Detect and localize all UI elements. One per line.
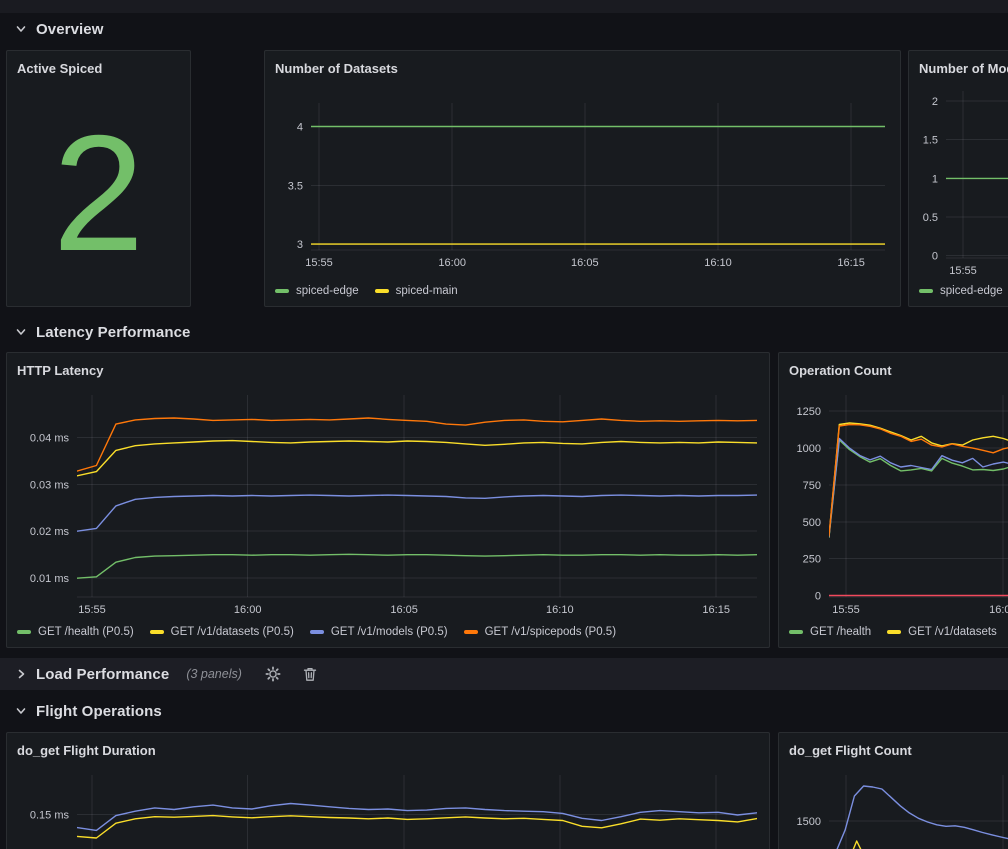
series-swatch bbox=[150, 630, 164, 634]
operation-count-chart[interactable]: 0 250 500 750 1000 1250 15:55 16:00 bbox=[787, 385, 1008, 623]
legend-item[interactable]: GET /v1/datasets (P0.5) bbox=[150, 626, 294, 638]
http-latency-chart[interactable]: 0.01 ms 0.02 ms 0.03 ms 0.04 ms 15:55 16:00 16… bbox=[15, 385, 763, 623]
svg-text:500: 500 bbox=[803, 517, 821, 529]
svg-text:16:00: 16:00 bbox=[234, 604, 262, 616]
legend-item[interactable]: GET /v1/datasets bbox=[887, 626, 997, 638]
panel-number-of-datasets: Number of Datasets 3 3.5 4 15:55 16:00 16:05 1… bbox=[264, 50, 901, 307]
panel-title[interactable]: Active Spiced bbox=[15, 59, 182, 81]
legend: GET /health (P0.5) GET /v1/datasets (P0.… bbox=[17, 624, 763, 640]
legend-item[interactable]: GET /v1/models (P0.5) bbox=[310, 626, 448, 638]
svg-text:3: 3 bbox=[297, 239, 303, 251]
panel-title[interactable]: HTTP Latency bbox=[15, 361, 761, 383]
panel-title[interactable]: Operation Count bbox=[787, 361, 1008, 383]
legend-item[interactable]: GET /health (P0.5) bbox=[17, 626, 134, 638]
gear-icon[interactable] bbox=[265, 666, 281, 682]
svg-text:1250: 1250 bbox=[797, 406, 821, 418]
series-swatch bbox=[375, 289, 389, 293]
chevron-down-icon bbox=[15, 23, 27, 35]
section-title-latency-performance: Latency Performance bbox=[36, 324, 190, 341]
panel-http-latency: HTTP Latency 0.01 ms 0.02 ms 0.03 ms 0.04 m… bbox=[6, 352, 770, 648]
flight-duration-chart[interactable]: 0.15 ms15:5516:0016:0516:1016:15 bbox=[15, 765, 763, 849]
panel-operation-count: Operation Count 0 250 500 750 1000 1250 15:55 1… bbox=[778, 352, 1008, 648]
svg-text:16:00: 16:00 bbox=[989, 604, 1008, 616]
chevron-down-icon bbox=[15, 326, 27, 338]
legend: GET /health GET /v1/datasets GET /v1/mod… bbox=[789, 624, 1008, 640]
series-swatch bbox=[464, 630, 478, 634]
svg-text:0.01 ms: 0.01 ms bbox=[30, 573, 70, 585]
svg-text:16:05: 16:05 bbox=[571, 257, 599, 269]
chevron-right-icon bbox=[15, 668, 27, 680]
section-title-overview: Overview bbox=[36, 21, 104, 38]
series-swatch bbox=[789, 630, 803, 634]
panel-number-of-models: Number of Models 0 0.5 1 1.5 2 15:55 spiced-e… bbox=[908, 50, 1008, 307]
series-swatch bbox=[275, 289, 289, 293]
stat-wrap: 2 bbox=[7, 81, 190, 306]
legend-item[interactable]: GET /v1/spicepods (P0.5) bbox=[464, 626, 616, 638]
series-swatch bbox=[310, 630, 324, 634]
panel-do-get-flight-duration: do_get Flight Duration 0.15 ms15:5516:00… bbox=[6, 732, 770, 849]
svg-text:15:55: 15:55 bbox=[78, 604, 106, 616]
series-swatch bbox=[17, 630, 31, 634]
panels-count-label: (3 panels) bbox=[186, 667, 242, 681]
section-header-load-performance[interactable]: Load Performance (3 panels) bbox=[0, 658, 1008, 690]
legend-item[interactable]: GET /health bbox=[789, 626, 871, 638]
svg-text:15:55: 15:55 bbox=[949, 265, 977, 277]
models-chart[interactable]: 0 0.5 1 1.5 2 15:55 bbox=[917, 83, 1008, 283]
legend: spiced-edge bbox=[919, 283, 1008, 299]
svg-text:16:15: 16:15 bbox=[702, 604, 730, 616]
legend-item[interactable]: spiced-edge bbox=[919, 285, 1003, 297]
panel-active-spiced: Active Spiced 2 bbox=[6, 50, 191, 307]
svg-text:4: 4 bbox=[297, 122, 303, 134]
svg-text:2: 2 bbox=[932, 96, 938, 108]
svg-text:16:10: 16:10 bbox=[704, 257, 732, 269]
panel-title[interactable]: Number of Datasets bbox=[273, 59, 892, 81]
trash-icon[interactable] bbox=[302, 666, 318, 682]
series-swatch bbox=[887, 630, 901, 634]
svg-text:0: 0 bbox=[932, 251, 938, 263]
section-title-load-performance: Load Performance bbox=[36, 666, 169, 683]
legend-item[interactable]: spiced-main bbox=[375, 285, 458, 297]
svg-text:0.15 ms: 0.15 ms bbox=[30, 810, 70, 822]
series-swatch bbox=[919, 289, 933, 293]
svg-text:750: 750 bbox=[803, 480, 821, 492]
stat-value: 2 bbox=[53, 111, 145, 276]
section-title-flight-operations: Flight Operations bbox=[36, 703, 162, 720]
svg-text:1000: 1000 bbox=[797, 443, 821, 455]
legend: spiced-edge spiced-main bbox=[275, 283, 894, 299]
panel-title[interactable]: do_get Flight Duration bbox=[15, 741, 761, 763]
chevron-down-icon bbox=[15, 705, 27, 717]
svg-text:250: 250 bbox=[803, 554, 821, 566]
svg-text:3.5: 3.5 bbox=[288, 180, 303, 192]
grafana-dashboard: Overview Active Spiced 2 Number of Datas… bbox=[0, 0, 1008, 849]
datasets-chart[interactable]: 3 3.5 4 15:55 16:00 16:05 16:10 16:15 bbox=[273, 83, 894, 272]
svg-text:16:05: 16:05 bbox=[390, 604, 418, 616]
panel-do-get-flight-count: do_get Flight Count 150015:5516:00 bbox=[778, 732, 1008, 849]
svg-text:16:10: 16:10 bbox=[546, 604, 574, 616]
section-header-overview[interactable]: Overview bbox=[0, 14, 1008, 44]
panel-title[interactable]: Number of Models bbox=[917, 59, 1008, 81]
svg-text:16:15: 16:15 bbox=[837, 257, 865, 269]
svg-text:0.03 ms: 0.03 ms bbox=[30, 479, 70, 491]
svg-text:1: 1 bbox=[932, 173, 938, 185]
legend-item[interactable]: spiced-edge bbox=[275, 285, 359, 297]
top-chrome-strip bbox=[0, 0, 1008, 13]
panel-title[interactable]: do_get Flight Count bbox=[787, 741, 1008, 763]
svg-text:16:00: 16:00 bbox=[438, 257, 466, 269]
svg-text:0.5: 0.5 bbox=[923, 212, 938, 224]
svg-text:1.5: 1.5 bbox=[923, 135, 938, 147]
svg-text:0.04 ms: 0.04 ms bbox=[30, 432, 70, 444]
svg-text:1500: 1500 bbox=[797, 816, 821, 828]
flight-count-chart[interactable]: 150015:5516:00 bbox=[787, 765, 1008, 849]
svg-text:15:55: 15:55 bbox=[832, 604, 860, 616]
section-header-latency-performance[interactable]: Latency Performance bbox=[0, 317, 1008, 347]
section-header-flight-operations[interactable]: Flight Operations bbox=[0, 696, 1008, 726]
svg-text:15:55: 15:55 bbox=[305, 257, 333, 269]
svg-text:0: 0 bbox=[815, 591, 821, 603]
svg-text:0.02 ms: 0.02 ms bbox=[30, 526, 70, 538]
